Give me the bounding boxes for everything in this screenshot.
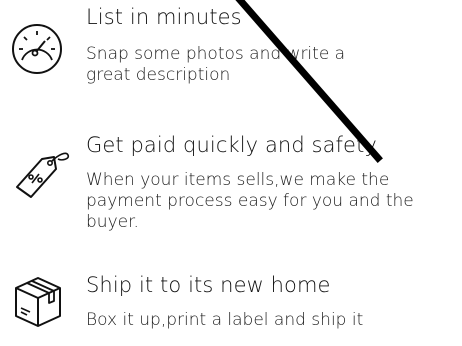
speedometer-icon xyxy=(10,22,64,76)
feature-get-paid: Get paid quickly and safety When your it… xyxy=(0,125,462,250)
feature-description: When your items sells,we make the paymen… xyxy=(86,170,414,232)
price-tag-icon xyxy=(12,145,70,199)
feature-title: List in minutes xyxy=(86,5,242,29)
feature-title: Get paid quickly and safety xyxy=(86,133,377,157)
feature-description: Snap some photos and write a great descr… xyxy=(86,44,346,85)
shipping-box-icon xyxy=(10,272,64,327)
feature-ship-it: Ship it to its new home Box it up,print … xyxy=(0,260,462,346)
feature-title: Ship it to its new home xyxy=(86,273,331,297)
feature-description: Box it up,print a label and ship it xyxy=(86,310,364,330)
feature-list-in-minutes: List in minutes Snap some photos and wri… xyxy=(0,0,462,110)
